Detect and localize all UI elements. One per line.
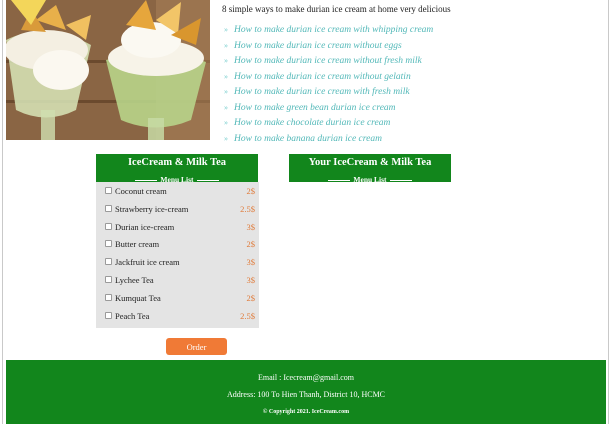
recipe-link-list: » How to make durian ice cream with whipp… <box>224 22 433 146</box>
recipe-link[interactable]: » How to make durian ice cream without ge… <box>224 69 433 85</box>
menu-item[interactable]: Peach Tea 2.5$ <box>96 307 259 325</box>
menu-item-price: 3$ <box>246 221 256 232</box>
checkbox-icon[interactable] <box>105 258 112 266</box>
recipe-link[interactable]: » How to make banana durian ice cream <box>224 131 433 147</box>
your-menu-title: Your IceCream & Milk Tea <box>308 157 432 168</box>
menu-title: IceCream & Milk Tea <box>127 157 227 168</box>
checkbox-icon[interactable] <box>105 293 112 301</box>
menu-item-name: Strawberry ice-cream <box>115 203 189 214</box>
menu-item-price: 2.5$ <box>240 310 255 321</box>
menu-item-price: 3$ <box>246 257 256 268</box>
article-intro: 8 simple ways to make durian ice cream a… <box>222 4 451 14</box>
menu-item-price: 2.5$ <box>240 203 255 214</box>
arrow-right-icon: » <box>224 102 228 112</box>
arrow-right-icon: » <box>224 25 228 34</box>
divider <box>328 180 351 181</box>
divider <box>196 180 219 181</box>
recipe-link[interactable]: » How to make chocolate durian ice cream <box>224 115 433 131</box>
menu-item-name: Jackfruit ice cream <box>115 257 180 268</box>
arrow-right-icon: » <box>224 118 228 127</box>
footer-address: Address: 100 To Hien Thanh, District 10,… <box>226 390 386 399</box>
menu-item[interactable]: Durian ice-cream 3$ <box>96 218 259 236</box>
checkbox-icon[interactable] <box>105 240 112 248</box>
menu-item-name: Butter cream <box>115 239 160 250</box>
menu-item[interactable]: Jackfruit ice cream 3$ <box>96 253 259 271</box>
menu-item-name: Kumquat Tea <box>115 292 161 303</box>
your-menu-subtitle: Menu List <box>328 175 412 185</box>
recipe-link[interactable]: » How to make green bean durian ice cream <box>224 100 433 116</box>
footer-copyright: © Copyright 2021. IceCream.com <box>262 409 350 415</box>
recipe-link[interactable]: » How to make durian ice cream without fr… <box>224 53 433 69</box>
arrow-right-icon: » <box>224 40 228 50</box>
divider <box>135 180 158 181</box>
recipe-link[interactable]: » How to make durian ice cream without eg… <box>224 38 433 54</box>
footer: Email : Icecream@gmail.com Address: 100 … <box>6 360 606 424</box>
menu-item-name: Peach Tea <box>115 310 150 321</box>
menu-panel-header: IceCream & Milk Tea Menu List <box>96 154 258 184</box>
checkbox-icon[interactable] <box>105 187 112 194</box>
menu-item-name: Coconut cream <box>115 186 167 196</box>
arrow-right-icon: » <box>224 87 228 96</box>
menu-item-name: Lychee Tea <box>115 274 154 285</box>
arrow-right-icon: » <box>224 56 228 65</box>
checkbox-icon[interactable] <box>105 204 112 212</box>
menu-item-price: 3$ <box>246 274 256 285</box>
menu-item[interactable]: Coconut cream 2$ <box>96 182 259 200</box>
menu-item-price: 2$ <box>246 239 256 250</box>
divider <box>389 180 412 181</box>
your-menu-panel-header: Your IceCream & Milk Tea Menu List <box>289 154 451 185</box>
menu-item-name: Durian ice-cream <box>115 221 175 232</box>
checkbox-icon[interactable] <box>105 275 112 283</box>
menu-item[interactable]: Lychee Tea 3$ <box>96 271 259 289</box>
arrow-right-icon: » <box>224 133 228 143</box>
menu-item-price: 2$ <box>246 292 256 303</box>
checkbox-icon[interactable] <box>105 311 112 319</box>
recipe-link[interactable]: » How to make durian ice cream with whipp… <box>224 22 433 38</box>
recipe-link[interactable]: » How to make durian ice cream with fresh… <box>224 84 433 100</box>
menu-item[interactable]: Kumquat Tea 2$ <box>96 289 259 307</box>
menu-list: Coconut cream 2$ Strawberry ice-cream 2.… <box>96 182 259 328</box>
menu-item-price: 2$ <box>246 186 256 196</box>
checkbox-icon[interactable] <box>105 222 112 230</box>
arrow-right-icon: » <box>224 71 228 81</box>
order-button[interactable]: Order <box>166 338 227 355</box>
menu-item[interactable]: Strawberry ice-cream 2.5$ <box>96 200 259 218</box>
menu-item[interactable]: Butter cream 2$ <box>96 235 259 253</box>
hero-icecream-image <box>6 0 210 140</box>
footer-email: Email : Icecream@gmail.com <box>258 373 354 382</box>
